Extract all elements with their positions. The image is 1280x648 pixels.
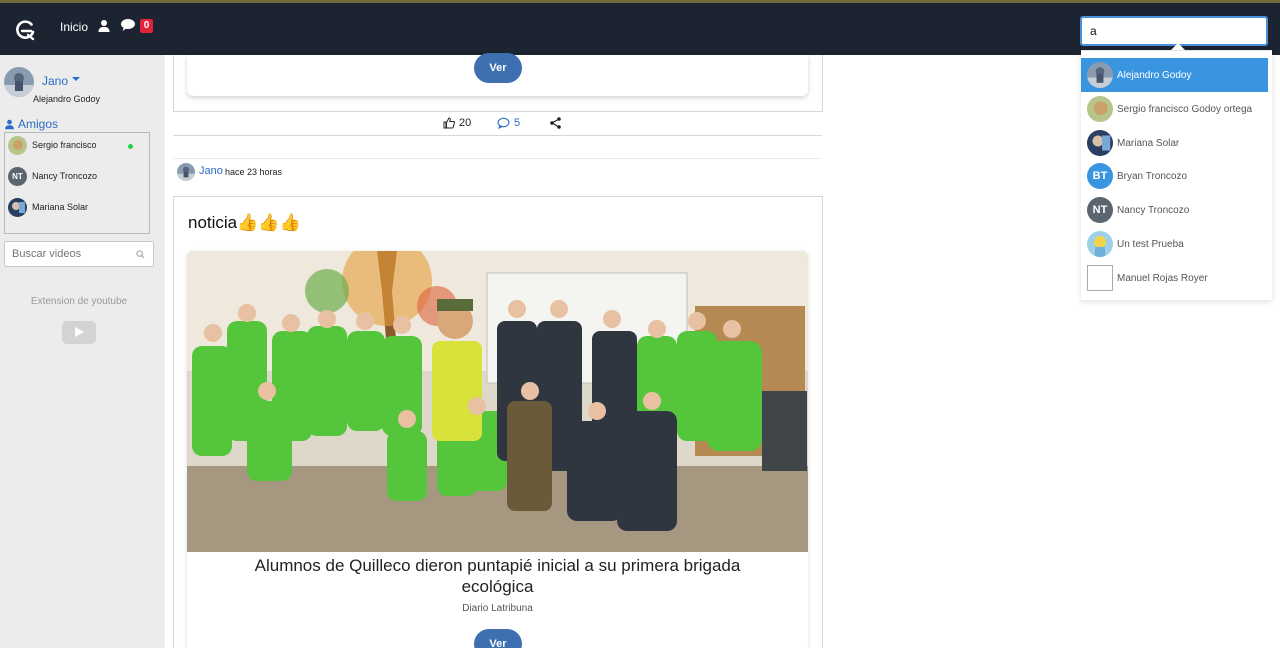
- search-result-item[interactable]: Un test Prueba: [1081, 227, 1268, 261]
- avatar: [1087, 231, 1113, 257]
- youtube-play-icon[interactable]: [62, 321, 96, 344]
- search-result-item[interactable]: NT Nancy Troncozo: [1081, 193, 1268, 227]
- avatar[interactable]: [177, 163, 195, 181]
- people-search-input[interactable]: [1080, 16, 1268, 46]
- friends-title: Amigos: [18, 117, 59, 131]
- comment-count: 5: [514, 117, 521, 129]
- nav-home-link[interactable]: Inicio: [60, 20, 88, 34]
- search-results-dropdown: Alejandro Godoy Sergio francisco Godoy o…: [1081, 50, 1272, 300]
- thumbs-up-icon: [443, 117, 455, 129]
- youtube-extension-label: Extension de youtube: [30, 296, 128, 307]
- post-timestamp: hace 23 horas: [225, 167, 283, 177]
- avatar: [8, 197, 27, 217]
- friend-name: Nancy Troncozo: [32, 171, 98, 181]
- search-result-item[interactable]: Sergio francisco Godoy ortega: [1081, 92, 1268, 126]
- link-preview-card: Ver: [187, 53, 808, 96]
- search-icon[interactable]: [136, 250, 145, 259]
- link-title[interactable]: Alumnos de Quilleco dieron puntapié inic…: [227, 555, 768, 597]
- avatar: NT: [8, 166, 27, 186]
- comment-button[interactable]: 5: [497, 117, 520, 129]
- view-link-button[interactable]: Ver: [474, 53, 522, 83]
- avatar: [1087, 62, 1113, 88]
- post-header: Jano hace 23 horas: [173, 158, 822, 196]
- broken-image-icon: [1087, 265, 1113, 291]
- search-result-item[interactable]: Alejandro Godoy: [1081, 58, 1268, 92]
- friend-name: Mariana Solar: [32, 202, 89, 212]
- link-preview-card[interactable]: Alumnos de Quilleco dieron puntapié inic…: [187, 251, 808, 648]
- profile-name-link[interactable]: Jano: [42, 74, 68, 88]
- result-name: Sergio francisco Godoy ortega: [1117, 103, 1253, 115]
- post-actions-bar: 20 5: [173, 112, 822, 136]
- friend-item[interactable]: NT Nancy Troncozo: [8, 166, 97, 186]
- left-sidebar: Jano Alejandro Godoy Amigos Sergio franc…: [0, 55, 165, 648]
- chat-icon[interactable]: [120, 18, 136, 33]
- app-logo-icon[interactable]: [14, 18, 38, 42]
- comment-icon: [497, 117, 510, 129]
- search-result-item[interactable]: BT Bryan Troncozo: [1081, 159, 1268, 193]
- avatar[interactable]: [4, 67, 34, 97]
- friend-name: Sergio francisco: [32, 140, 97, 150]
- share-icon: [550, 117, 561, 129]
- caret-down-icon[interactable]: [72, 77, 80, 81]
- result-name: Un test Prueba: [1117, 238, 1184, 250]
- post-text: noticia👍👍👍: [188, 213, 301, 232]
- user-icon[interactable]: [97, 19, 111, 33]
- avatar: [1087, 96, 1113, 122]
- result-name: Nancy Troncozo: [1117, 204, 1190, 216]
- news-photo[interactable]: [187, 251, 808, 552]
- search-result-item[interactable]: Mariana Solar: [1081, 126, 1268, 160]
- like-button[interactable]: 20: [443, 117, 471, 129]
- friend-item[interactable]: Mariana Solar: [8, 197, 88, 217]
- avatar: [8, 135, 27, 155]
- result-name: Mariana Solar: [1117, 137, 1180, 149]
- link-source: Diario Latribuna: [462, 603, 533, 614]
- avatar: NT: [1087, 197, 1113, 223]
- avatar: [1087, 130, 1113, 156]
- search-result-item[interactable]: Manuel Rojas Royer: [1081, 261, 1268, 295]
- dropdown-arrow: [1171, 43, 1185, 50]
- top-navbar: Inicio 0: [0, 0, 1280, 55]
- notification-badge[interactable]: 0: [140, 19, 153, 33]
- result-name: Alejandro Godoy: [1117, 69, 1192, 81]
- avatar: BT: [1087, 163, 1113, 189]
- result-name: Manuel Rojas Royer: [1117, 272, 1208, 284]
- user-icon: [5, 119, 14, 129]
- result-name: Bryan Troncozo: [1117, 170, 1188, 182]
- friends-header[interactable]: Amigos: [4, 117, 58, 131]
- friend-item[interactable]: Sergio francisco: [8, 135, 97, 155]
- share-button[interactable]: [550, 117, 561, 129]
- profile-full-name: Alejandro Godoy: [33, 94, 101, 104]
- video-search-input[interactable]: [4, 241, 154, 267]
- post-author-link[interactable]: Jano: [199, 165, 223, 177]
- view-link-button[interactable]: Ver: [474, 629, 522, 648]
- friends-list: Sergio francisco NT Nancy Troncozo Maria…: [4, 132, 150, 234]
- online-status-icon: [128, 144, 133, 149]
- like-count: 20: [459, 117, 472, 129]
